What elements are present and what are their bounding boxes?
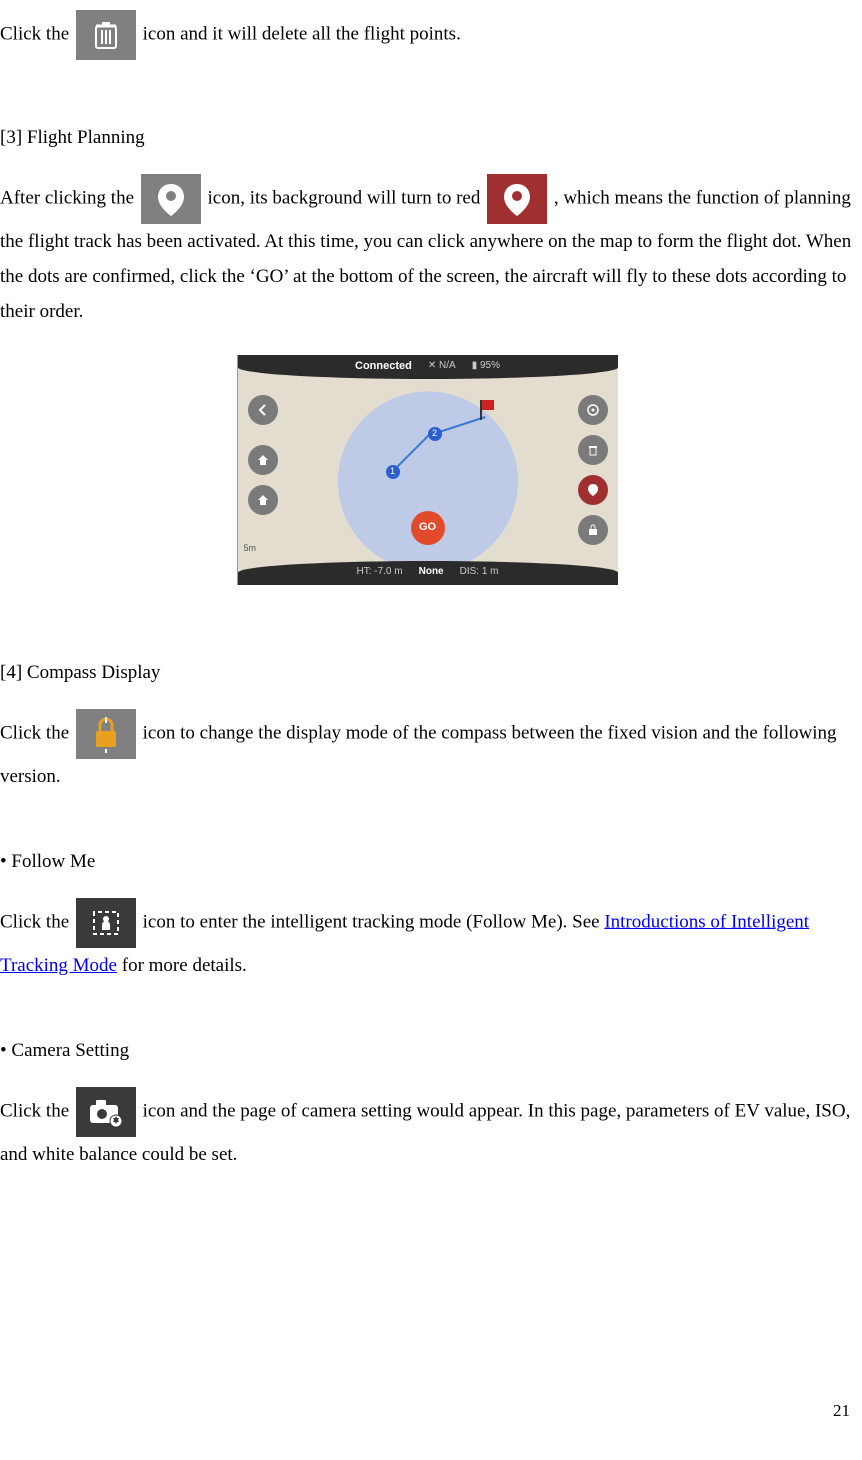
section-4-body: Click the icon to change the display mod… — [0, 709, 854, 794]
return-home-icon — [248, 445, 278, 475]
map-scale: 5m — [244, 540, 257, 557]
text: Click the — [0, 911, 74, 932]
map-pin-icon — [141, 174, 201, 224]
text: for more details. — [122, 955, 247, 976]
camera-setting-body: Click the icon and the page of camera se… — [0, 1087, 854, 1172]
return-home-alt-icon — [248, 485, 278, 515]
target-icon — [578, 395, 608, 425]
status-none: None — [419, 563, 444, 582]
text: Click the — [0, 23, 74, 44]
text: icon to enter the intelligent tracking m… — [143, 911, 605, 932]
waypoint-2: 2 — [428, 427, 442, 441]
go-button: GO — [411, 511, 445, 545]
text: icon, its background will turn to red — [208, 188, 486, 209]
section-4-title: [4] Compass Display — [0, 655, 854, 690]
flight-path-segment — [392, 431, 432, 471]
camera-settings-icon — [76, 1087, 136, 1137]
text: Click the — [0, 1101, 74, 1122]
map-pin-active-small-icon — [578, 475, 608, 505]
lock-small-icon — [578, 515, 608, 545]
text: After clicking the — [0, 188, 139, 209]
follow-me-icon — [76, 898, 136, 948]
trash-small-icon — [578, 435, 608, 465]
camera-setting-title: • Camera Setting — [0, 1033, 854, 1068]
figure-bottom-bar: HT: -7.0 m None DIS: 1 m — [238, 561, 618, 585]
figure-top-bar: Connected ✕ N/A ▮ 95% — [238, 355, 618, 379]
text: Click the — [0, 722, 74, 743]
status-ht: HT: -7.0 m — [356, 563, 402, 582]
waypoint-1: 1 — [386, 465, 400, 479]
map-pin-active-icon — [487, 174, 547, 224]
status-dis: DIS: 1 m — [460, 563, 499, 582]
status-connected: Connected — [355, 356, 412, 376]
follow-me-body: Click the icon to enter the intelligent … — [0, 898, 854, 983]
flight-planning-screenshot: Connected ✕ N/A ▮ 95% 1 2 GO 5m HT: -7.0… — [237, 355, 618, 585]
trash-icon — [76, 10, 136, 60]
back-icon — [248, 395, 278, 425]
delete-points-paragraph: Click the icon and it will delete all th… — [0, 10, 854, 60]
status-na: ✕ N/A — [428, 357, 456, 376]
page-number: 21 — [833, 1395, 850, 1426]
follow-me-title: • Follow Me — [0, 844, 854, 879]
section-3-title: [3] Flight Planning — [0, 120, 854, 155]
compass-lock-icon — [76, 709, 136, 759]
status-battery: ▮ 95% — [472, 357, 500, 376]
text: icon and it will delete all the flight p… — [143, 23, 461, 44]
section-3-body: After clicking the icon, its background … — [0, 174, 854, 329]
destination-flag-icon — [478, 400, 494, 420]
